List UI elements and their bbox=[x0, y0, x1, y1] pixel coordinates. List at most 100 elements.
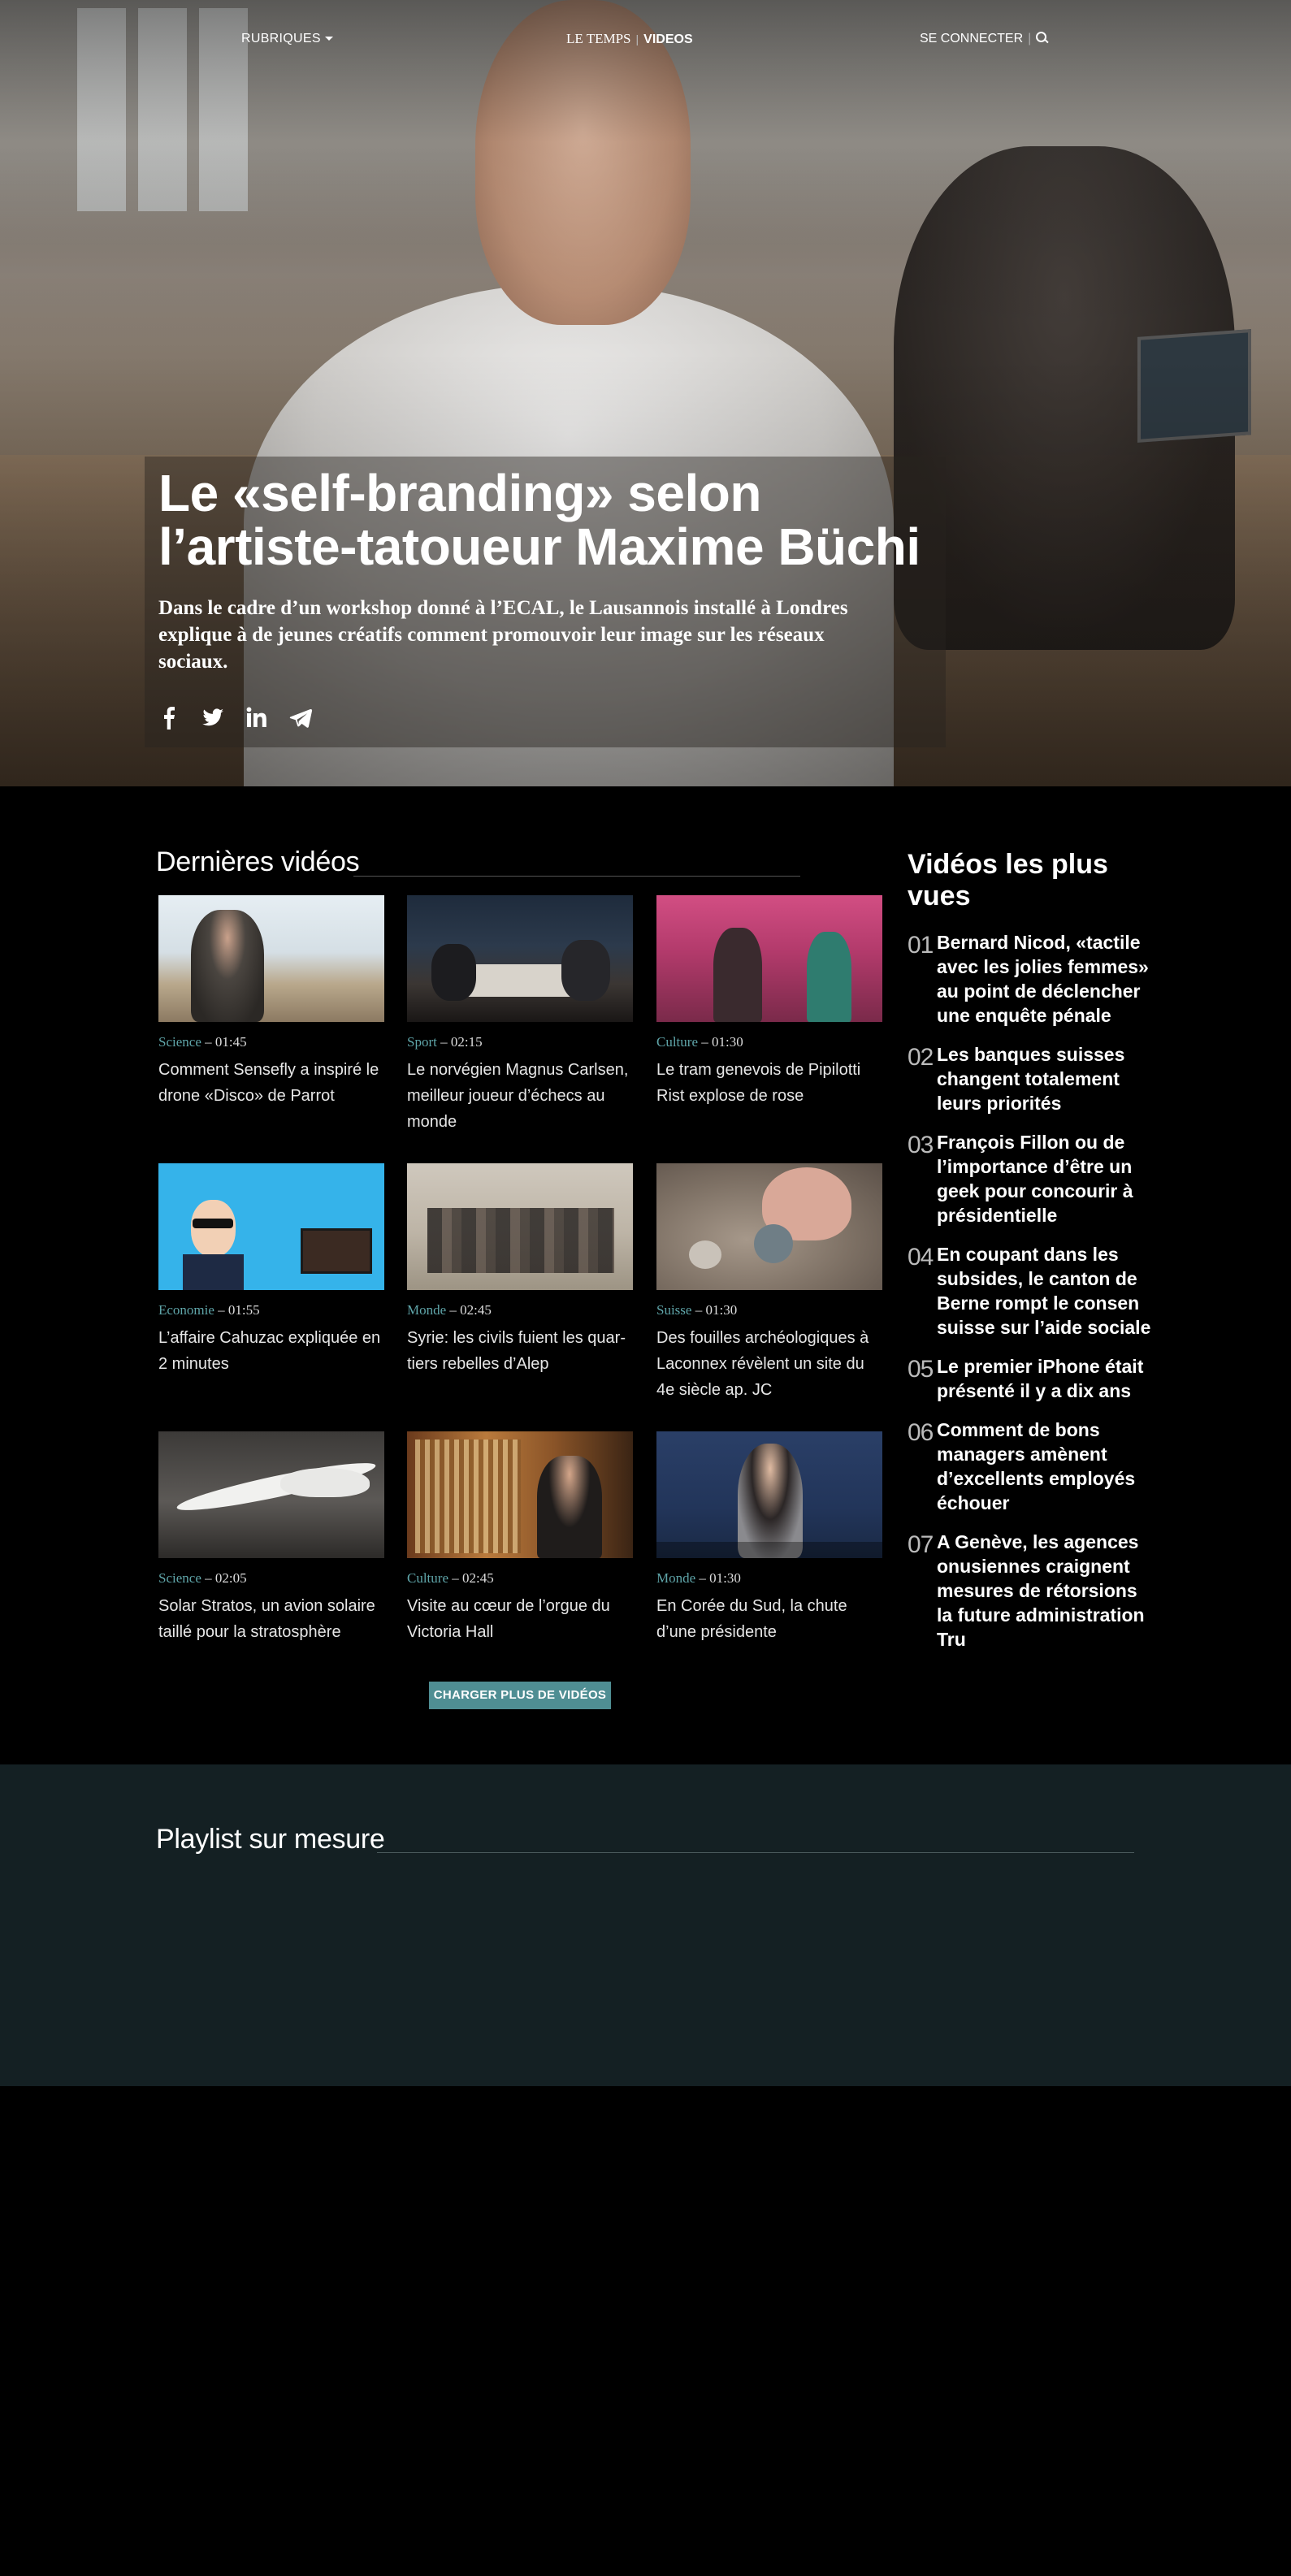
video-thumbnail[interactable] bbox=[407, 1431, 633, 1558]
twitter-icon[interactable] bbox=[201, 705, 225, 730]
video-card[interactable]: Science – 02:05 Solar Stratos, un avion … bbox=[158, 1431, 384, 1645]
thumbnail-figure bbox=[738, 1444, 803, 1558]
video-thumbnail[interactable] bbox=[407, 895, 633, 1022]
video-meta: Science – 01:45 bbox=[158, 1034, 247, 1050]
video-title[interactable]: Des fouilles archéologiques à Laconnex r… bbox=[656, 1325, 882, 1403]
thumbnail-crowd bbox=[427, 1208, 614, 1273]
video-duration: 01:45 bbox=[214, 1034, 247, 1050]
list-item[interactable]: 04 En coupant dans les subsides, le cant… bbox=[908, 1242, 1151, 1340]
list-item-title[interactable]: François Fillon ou de l’importance d’êtr… bbox=[937, 1130, 1151, 1227]
video-duration: 02:45 bbox=[462, 1570, 494, 1586]
video-title[interactable]: Visite au cœur de l’orgue du Victoria Ha… bbox=[407, 1593, 633, 1645]
top-navigation: RUBRIQUES LE TEMPS | VIDEOS SE CONNECTER | bbox=[0, 0, 1291, 73]
most-viewed: Vidéos les plus vues 01 Bernard Nicod, «… bbox=[908, 849, 1151, 1666]
rank-number: 02 bbox=[908, 1044, 934, 1071]
video-duration: 01:55 bbox=[227, 1302, 260, 1318]
facebook-icon[interactable] bbox=[157, 705, 181, 730]
rubriques-menu[interactable]: RUBRIQUES bbox=[241, 32, 333, 46]
video-meta: Culture – 01:30 bbox=[656, 1034, 743, 1050]
video-duration: 01:30 bbox=[709, 1570, 741, 1586]
login-area: SE CONNECTER | bbox=[920, 32, 1047, 46]
load-more-button[interactable]: CHARGER PLUS DE VIDÉOS bbox=[429, 1682, 611, 1709]
search-icon[interactable] bbox=[1036, 32, 1047, 43]
video-category[interactable]: Economie bbox=[158, 1302, 214, 1318]
hero-title[interactable]: Le «self-branding» selon l’artiste-tatou… bbox=[158, 466, 955, 574]
most-viewed-title: Vidéos les plus vues bbox=[908, 849, 1108, 911]
list-item[interactable]: 01 Bernard Nicod, «tactile avec les joli… bbox=[908, 930, 1151, 1028]
latest-videos-title: Dernières vidéos bbox=[156, 846, 360, 877]
thumbnail-figure bbox=[713, 928, 762, 1022]
rank-number: 05 bbox=[908, 1356, 934, 1383]
linkedin-icon[interactable] bbox=[245, 705, 269, 730]
video-category[interactable]: Suisse bbox=[656, 1302, 691, 1318]
video-title[interactable]: Solar Stratos, un avion solaire taillé p… bbox=[158, 1593, 384, 1645]
video-duration: 02:15 bbox=[450, 1034, 483, 1050]
video-card[interactable]: Monde – 02:45 Syrie: les civils fuient l… bbox=[407, 1163, 633, 1377]
list-item-title[interactable]: En coupant dans les subsides, le canton … bbox=[937, 1242, 1151, 1340]
login-separator: | bbox=[1028, 32, 1032, 45]
video-card[interactable]: Sport – 02:15 Le norvégien Magnus Carlse… bbox=[407, 895, 633, 1135]
list-item-title[interactable]: Les banques suisses changent totalement … bbox=[937, 1042, 1151, 1115]
video-card[interactable]: Culture – 01:30 Le tram genevois de Pipi… bbox=[656, 895, 882, 1109]
brand-logo: LE TEMPS bbox=[566, 31, 631, 46]
video-thumbnail[interactable] bbox=[656, 1163, 882, 1290]
video-card[interactable]: Culture – 02:45 Visite au cœur de l’orgu… bbox=[407, 1431, 633, 1645]
video-meta: Monde – 01:30 bbox=[656, 1570, 741, 1586]
video-category[interactable]: Culture bbox=[407, 1570, 448, 1586]
thumbnail-plane-body bbox=[280, 1468, 370, 1497]
list-item[interactable]: 05 Le premier iPhone était présenté il y… bbox=[908, 1354, 1151, 1403]
video-thumbnail[interactable] bbox=[407, 1163, 633, 1290]
thumbnail-cartoon-head bbox=[191, 1200, 236, 1257]
video-category[interactable]: Science bbox=[158, 1034, 201, 1050]
list-item[interactable]: 07 A Genève, les agences onusiennes crai… bbox=[908, 1530, 1151, 1652]
video-category[interactable]: Monde bbox=[656, 1570, 695, 1586]
list-item-title[interactable]: Bernard Nicod, «tactile avec les jolies … bbox=[937, 930, 1151, 1028]
video-thumbnail[interactable] bbox=[158, 1163, 384, 1290]
telegram-icon[interactable] bbox=[288, 705, 313, 730]
video-title[interactable]: Comment Sensefly a inspiré le drone «Dis… bbox=[158, 1057, 384, 1109]
list-item-title[interactable]: Comment de bons managers amènent d’excel… bbox=[937, 1418, 1151, 1515]
video-title[interactable]: En Corée du Sud, la chute d’une présiden… bbox=[656, 1593, 882, 1645]
rank-number: 06 bbox=[908, 1419, 934, 1446]
list-item-title[interactable]: A Genève, les agences onusiennes craigne… bbox=[937, 1530, 1151, 1652]
hero-lead: Dans le cadre d’un workshop donné à l’EC… bbox=[158, 597, 848, 673]
list-item[interactable]: 03 François Fillon ou de l’importance d’… bbox=[908, 1130, 1151, 1227]
video-duration: 02:45 bbox=[460, 1302, 492, 1318]
video-card[interactable]: Science – 01:45 Comment Sensefly a inspi… bbox=[158, 895, 384, 1109]
thumbnail-figure bbox=[191, 910, 264, 1022]
rank-number: 01 bbox=[908, 932, 934, 959]
site-brand[interactable]: LE TEMPS | VIDEOS bbox=[566, 31, 693, 47]
video-thumbnail[interactable] bbox=[158, 1431, 384, 1558]
video-duration: 02:05 bbox=[214, 1570, 247, 1586]
list-item[interactable]: 02 Les banques suisses changent totaleme… bbox=[908, 1042, 1151, 1115]
list-item-title[interactable]: Le premier iPhone était présenté il y a … bbox=[937, 1354, 1151, 1403]
video-title[interactable]: L’affaire Cahuzac expliquée en 2 minutes bbox=[158, 1325, 384, 1377]
video-card[interactable]: Economie – 01:55 L’affaire Cahuzac expli… bbox=[158, 1163, 384, 1377]
video-title[interactable]: Le norvégien Magnus Carlsen, meilleur jo… bbox=[407, 1057, 633, 1135]
thumbnail-figure bbox=[431, 944, 476, 1001]
list-item[interactable]: 06 Comment de bons managers amènent d’ex… bbox=[908, 1418, 1151, 1515]
thumbnail-figure bbox=[807, 932, 851, 1022]
thumbnail-stone bbox=[689, 1240, 721, 1269]
video-category[interactable]: Culture bbox=[656, 1034, 698, 1050]
video-title[interactable]: Syrie: les civils fuient les quar-tiers … bbox=[407, 1325, 633, 1377]
video-category[interactable]: Monde bbox=[407, 1302, 446, 1318]
video-meta: Monde – 02:45 bbox=[407, 1302, 492, 1318]
video-category[interactable]: Sport bbox=[407, 1034, 437, 1050]
thumbnail-caption-band bbox=[656, 1542, 882, 1558]
rank-number: 03 bbox=[908, 1132, 934, 1158]
login-link[interactable]: SE CONNECTER bbox=[920, 32, 1023, 45]
video-title[interactable]: Le tram genevois de Pipilotti Rist explo… bbox=[656, 1057, 882, 1109]
video-card[interactable]: Suisse – 01:30 Des fouilles archéologiqu… bbox=[656, 1163, 882, 1403]
video-thumbnail[interactable] bbox=[656, 895, 882, 1022]
thumbnail-figure bbox=[537, 1456, 602, 1558]
video-card[interactable]: Monde – 01:30 En Corée du Sud, la chute … bbox=[656, 1431, 882, 1645]
playlist-section bbox=[0, 1764, 1291, 2086]
video-meta: Culture – 02:45 bbox=[407, 1570, 494, 1586]
video-thumbnail[interactable] bbox=[158, 895, 384, 1022]
video-thumbnail[interactable] bbox=[656, 1431, 882, 1558]
rank-number: 07 bbox=[908, 1531, 934, 1558]
video-category[interactable]: Science bbox=[158, 1570, 201, 1586]
chevron-down-icon bbox=[324, 37, 333, 41]
brand-separator: | bbox=[635, 32, 639, 45]
